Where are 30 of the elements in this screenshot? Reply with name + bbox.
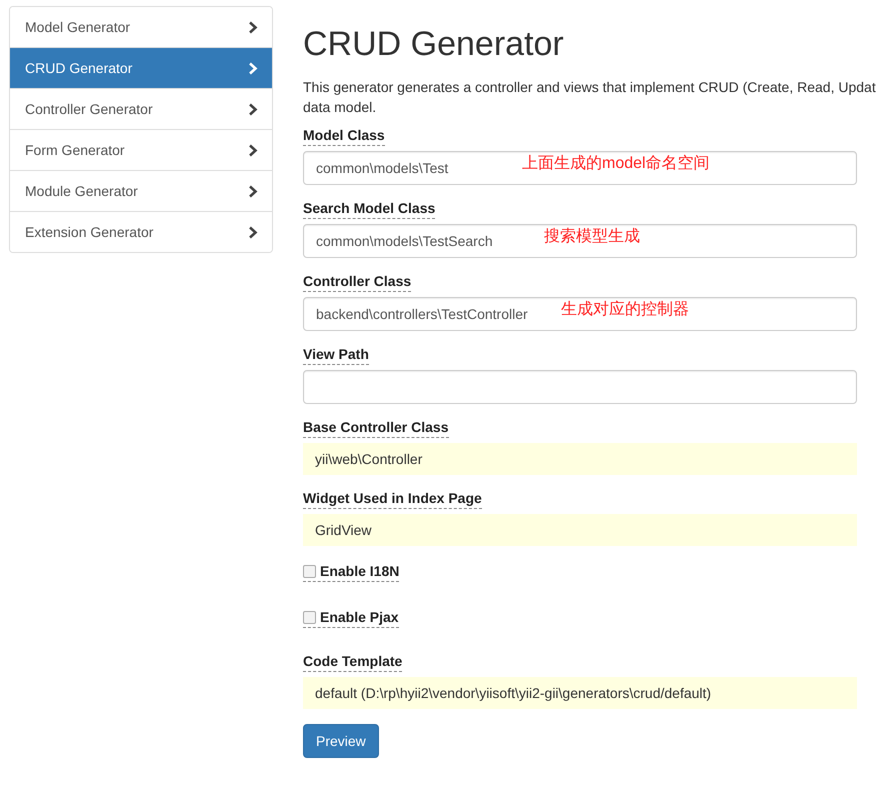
field-label: Model Class <box>303 127 385 146</box>
input-field[interactable] <box>303 370 857 404</box>
annotation-text: 生成对应的控制器 <box>561 300 689 320</box>
field-label: View Path <box>303 346 369 366</box>
chevron-right-icon <box>248 184 258 198</box>
field-label: Base Controller Class <box>303 419 448 438</box>
annotation-text: 搜索模型生成 <box>544 226 640 248</box>
checkbox-label: Enable I18N <box>320 563 400 580</box>
page-title: CRUD Generator <box>303 26 565 64</box>
sticky-value-field[interactable]: yii\web\Controller <box>303 443 857 476</box>
sidebar-item[interactable]: Extension Generator <box>10 211 272 252</box>
field-label: Widget Used in Index Page <box>303 490 482 510</box>
sticky-value-field[interactable]: GridView <box>303 514 857 546</box>
checkbox-label: Enable Pjax <box>320 609 399 626</box>
description-text: data model. <box>303 98 378 118</box>
sticky-value-field[interactable]: default (D:\rp\hyii2\vendor\yiisoft\yii2-gii\generators\crud/default) <box>303 677 857 710</box>
chevron-right-icon <box>248 144 258 156</box>
checkbox[interactable] <box>303 610 316 624</box>
sidebar-item[interactable]: CRUD Generator <box>10 47 272 88</box>
chevron-right-icon <box>248 62 258 74</box>
field-label: Code Template <box>303 653 402 672</box>
annotation-text: 上面生成的model命名空间 <box>522 154 710 174</box>
description-text: This generator generates a controller and views that implement CRUD (Create, Read, Updat <box>303 78 877 98</box>
chevron-right-icon <box>248 102 258 116</box>
checkbox[interactable] <box>303 564 316 578</box>
field-label: Search Model Class <box>303 200 436 220</box>
chevron-right-icon <box>248 226 258 238</box>
chevron-right-icon <box>248 20 258 34</box>
preview-button[interactable]: Preview <box>303 724 379 758</box>
field-label: Controller Class <box>303 273 412 292</box>
